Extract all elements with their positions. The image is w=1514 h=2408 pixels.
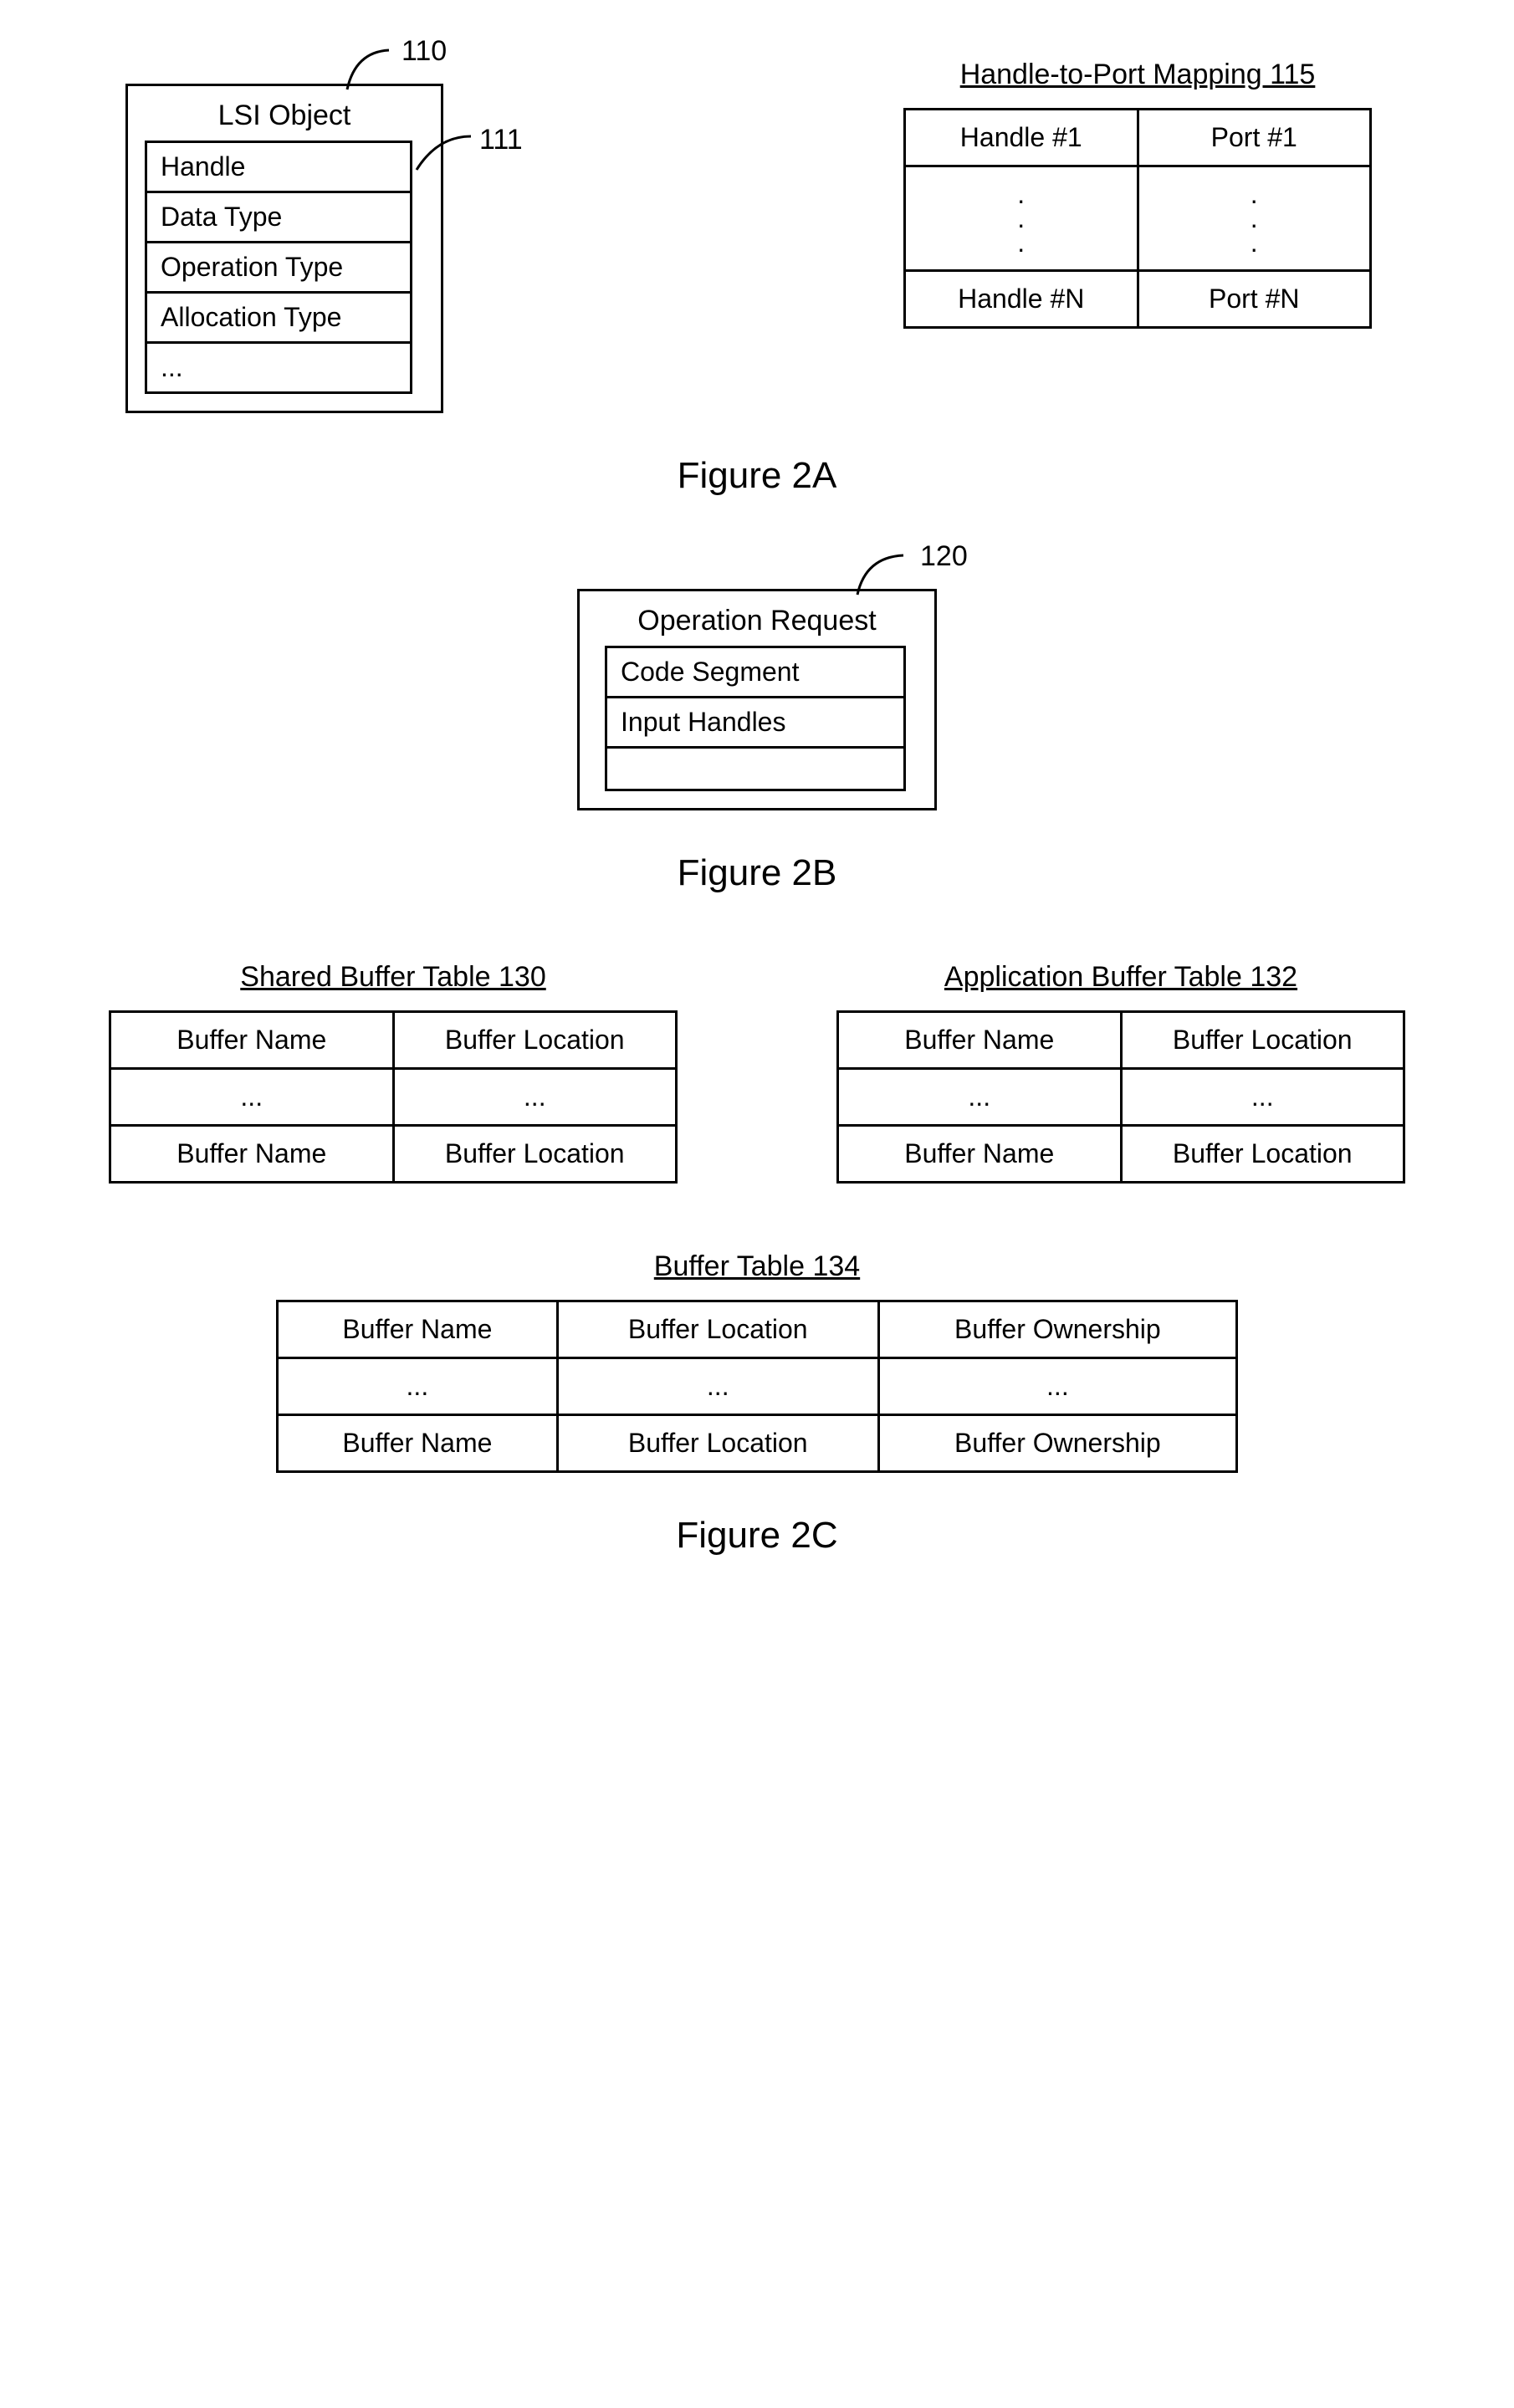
cell: Buffer Location xyxy=(393,1012,677,1069)
cell: Buffer Ownership xyxy=(878,1415,1236,1472)
figure-caption: Figure 2C xyxy=(67,1515,1447,1557)
table-row: Handle #N Port #N xyxy=(905,271,1371,328)
buffer-table-wrap: Buffer Table 134 Buffer Name Buffer Loca… xyxy=(67,1250,1447,1473)
app-buffer-wrap: Application Buffer Table 132 Buffer Name… xyxy=(836,961,1405,1184)
cell: Buffer Ownership xyxy=(878,1301,1236,1358)
figure-2b: 120 Operation Request Code Segment Input… xyxy=(67,564,1447,894)
callout-label: 120 xyxy=(920,540,968,573)
cell: . . . xyxy=(905,166,1138,271)
table-row: . . . . . . xyxy=(905,166,1371,271)
cell: ... xyxy=(1121,1069,1404,1126)
buffer-table: Buffer Name Buffer Location Buffer Owner… xyxy=(276,1300,1238,1473)
lsi-object-wrap: 110 LSI Object 111 Handle Data Type Oper… xyxy=(125,84,443,413)
cell: Buffer Location xyxy=(557,1415,878,1472)
figure-2a: 110 LSI Object 111 Handle Data Type Oper… xyxy=(67,50,1447,497)
lsi-row: Handle xyxy=(147,143,410,193)
cell: ... xyxy=(838,1069,1122,1126)
cell: ... xyxy=(557,1358,878,1415)
callout-label: 111 xyxy=(479,124,523,156)
table-row: ... ... ... xyxy=(278,1358,1237,1415)
table-row: Buffer Name Buffer Location Buffer Owner… xyxy=(278,1415,1237,1472)
figure-2c: Shared Buffer Table 130 Buffer Name Buff… xyxy=(67,961,1447,1557)
cell: Handle #1 xyxy=(905,110,1138,166)
figure-caption: Figure 2B xyxy=(67,852,1447,894)
cell: Buffer Name xyxy=(110,1126,394,1183)
app-buffer-table: Buffer Name Buffer Location ... ... Buff… xyxy=(836,1010,1405,1184)
lsi-row: ... xyxy=(147,344,410,391)
callout-label: 110 xyxy=(402,35,447,68)
lsi-row: Data Type xyxy=(147,193,410,243)
table-row: ... ... xyxy=(838,1069,1404,1126)
op-row: Input Handles xyxy=(607,698,903,749)
op-row xyxy=(607,749,903,789)
table-row: Buffer Name Buffer Location xyxy=(110,1126,677,1183)
cell: Buffer Location xyxy=(1121,1126,1404,1183)
cell: Handle #N xyxy=(905,271,1138,328)
shared-buffer-title: Shared Buffer Table 130 xyxy=(109,961,678,994)
table-row: ... ... xyxy=(110,1069,677,1126)
op-row: Code Segment xyxy=(607,648,903,698)
operation-request-title: Operation Request xyxy=(596,605,918,637)
cell: Buffer Name xyxy=(110,1012,394,1069)
cell: Buffer Name xyxy=(838,1126,1122,1183)
table-row: Buffer Name Buffer Location xyxy=(110,1012,677,1069)
lsi-stack: Handle Data Type Operation Type Allocati… xyxy=(145,141,412,394)
cell: . . . xyxy=(1138,166,1371,271)
op-stack: Code Segment Input Handles xyxy=(605,646,906,791)
shared-buffer-wrap: Shared Buffer Table 130 Buffer Name Buff… xyxy=(109,961,678,1184)
table-row: Handle #1 Port #1 xyxy=(905,110,1371,166)
cell: Port #1 xyxy=(1138,110,1371,166)
cell: Port #N xyxy=(1138,271,1371,328)
cell: Buffer Location xyxy=(393,1126,677,1183)
lsi-object-title: LSI Object xyxy=(145,100,424,132)
buffer-table-title: Buffer Table 134 xyxy=(67,1250,1447,1283)
operation-request-box: Operation Request Code Segment Input Han… xyxy=(577,589,937,810)
cell: ... xyxy=(110,1069,394,1126)
mapping-table: Handle #1 Port #1 . . . . . . Handle #N … xyxy=(903,108,1372,329)
lsi-object-box: LSI Object 111 Handle Data Type Operatio… xyxy=(125,84,443,413)
figure-caption: Figure 2A xyxy=(67,455,1447,497)
cell: Buffer Location xyxy=(557,1301,878,1358)
cell: ... xyxy=(278,1358,558,1415)
cell: Buffer Name xyxy=(278,1301,558,1358)
cell: Buffer Name xyxy=(278,1415,558,1472)
lsi-row: Operation Type xyxy=(147,243,410,294)
lsi-row: Allocation Type xyxy=(147,294,410,344)
table-row: Buffer Name Buffer Location xyxy=(838,1012,1404,1069)
table-row: Buffer Name Buffer Location Buffer Owner… xyxy=(278,1301,1237,1358)
table-row: Buffer Name Buffer Location xyxy=(838,1126,1404,1183)
shared-buffer-table: Buffer Name Buffer Location ... ... Buff… xyxy=(109,1010,678,1184)
cell: Buffer Location xyxy=(1121,1012,1404,1069)
cell: Buffer Name xyxy=(838,1012,1122,1069)
cell: ... xyxy=(878,1358,1236,1415)
mapping-wrap: Handle-to-Port Mapping 115 Handle #1 Por… xyxy=(903,59,1372,329)
cell: ... xyxy=(393,1069,677,1126)
app-buffer-title: Application Buffer Table 132 xyxy=(836,961,1405,994)
mapping-title: Handle-to-Port Mapping 115 xyxy=(903,59,1372,91)
